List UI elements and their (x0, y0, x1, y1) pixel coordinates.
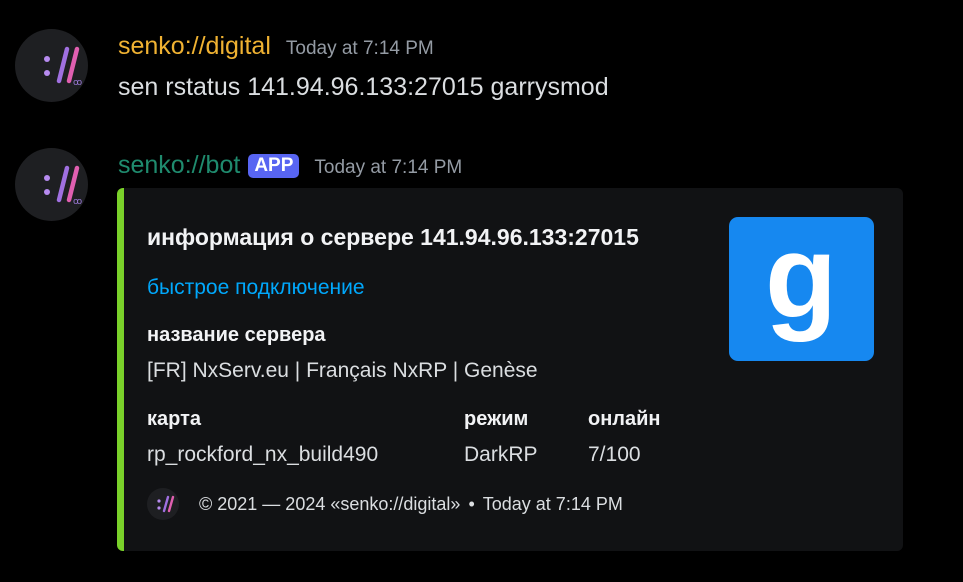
server-name-value: [FR] NxServ.eu | Français NxRP | Genèse (147, 359, 538, 382)
author-name[interactable]: senko://digital (118, 32, 271, 61)
svg-text:ꝏ: ꝏ (73, 78, 82, 88)
app-badge: APP (248, 154, 300, 178)
svg-text:ꝏ: ꝏ (73, 197, 82, 207)
footer-separator: • (468, 493, 475, 514)
map-label: карта (147, 408, 202, 430)
embed-footer: © 2021 — 2024 «senko://digital» • Today … (147, 488, 623, 520)
senko-logo-icon: ꝏ (44, 165, 82, 207)
server-name-label: название сервера (147, 324, 326, 346)
footer-timestamp: Today at 7:14 PM (482, 493, 623, 514)
user-avatar[interactable]: ꝏ (15, 29, 88, 102)
online-label: онлайн (588, 408, 661, 430)
message-timestamp: Today at 7:14 PM (285, 38, 434, 59)
footer-avatar (147, 488, 179, 520)
garrysmod-thumbnail[interactable]: g (729, 217, 874, 361)
senko-logo-icon (157, 495, 175, 513)
map-value: rp_rockford_nx_build490 (147, 443, 379, 466)
mode-value: DarkRP (464, 443, 538, 466)
footer-text: © 2021 — 2024 «senko://digital» (199, 493, 461, 514)
server-info-embed: информация о сервере 141.94.96.133:27015… (117, 188, 903, 551)
quick-connect-link[interactable]: быстрое подключение (147, 276, 365, 300)
senko-logo-icon: ꝏ (44, 46, 82, 88)
author-name[interactable]: senko://bot (118, 151, 240, 180)
bot-avatar[interactable]: ꝏ (15, 148, 88, 221)
message-timestamp: Today at 7:14 PM (314, 157, 463, 178)
svg-text:g: g (765, 217, 837, 343)
embed-title: информация о сервере 141.94.96.133:27015 (147, 224, 639, 250)
message-content: sen rstatus 141.94.96.133:27015 garrysmo… (118, 73, 609, 101)
online-value: 7/100 (588, 443, 641, 466)
garrysmod-g-icon: g (765, 217, 837, 343)
mode-label: режим (464, 408, 529, 430)
